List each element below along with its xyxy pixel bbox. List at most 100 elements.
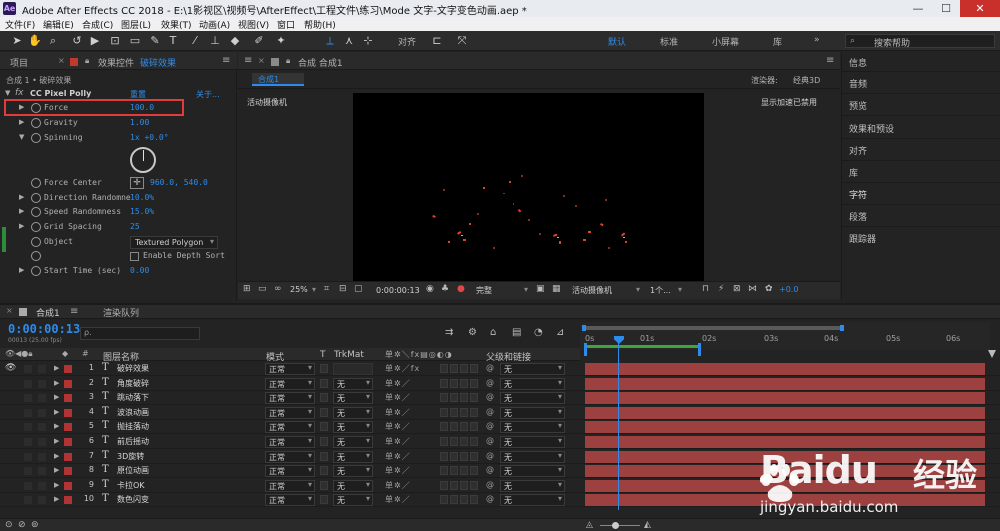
- time-navigator-bar[interactable]: [584, 326, 842, 330]
- exposure-value[interactable]: +0.0: [779, 285, 798, 294]
- layer-label-color[interactable]: [64, 379, 72, 388]
- 3d-layer-switch[interactable]: [470, 466, 478, 476]
- param-row-direction-randomness[interactable]: ▶ Direction Randomne 10.0%: [0, 192, 237, 206]
- menu-edit[interactable]: 编辑(E): [43, 18, 74, 31]
- brush-tool-icon[interactable]: ⁄: [188, 34, 202, 48]
- timeline-timecode[interactable]: 0:00:00:13: [8, 322, 80, 336]
- panel-character[interactable]: 字符: [849, 188, 867, 201]
- zoom-tool-icon[interactable]: ⌕: [46, 34, 60, 48]
- preserve-transparency-toggle[interactable]: [320, 466, 328, 476]
- trkmat-dropdown[interactable]: 无: [333, 494, 373, 507]
- clone-stamp-tool-icon[interactable]: ⊥: [208, 34, 222, 48]
- layer-switches-toggle-icon[interactable]: ⊙: [5, 520, 13, 530]
- timeline-icon[interactable]: ⊠: [733, 284, 741, 294]
- axis-world-icon[interactable]: ⋏: [342, 34, 356, 48]
- layer-row[interactable]: ▶ 5T 抛挂落动 正常 无 单✲／ @ 无: [0, 420, 1000, 435]
- frame-blending-icon[interactable]: ▤: [512, 327, 521, 338]
- param-row-spinning[interactable]: ▼ Spinning 1x +0.0°: [0, 132, 237, 146]
- layer-label-color[interactable]: [64, 365, 72, 373]
- mode-dropdown[interactable]: 正常: [265, 392, 315, 405]
- layer-label-color[interactable]: [64, 452, 72, 461]
- layer-name[interactable]: 跳动落下: [117, 392, 149, 403]
- trkmat-dropdown[interactable]: 无: [333, 450, 373, 463]
- axis-view-icon[interactable]: ⊹: [361, 34, 375, 48]
- motion-blur-switch[interactable]: [450, 437, 458, 446]
- mask-tool-icon[interactable]: ▭: [128, 34, 142, 48]
- param-value[interactable]: 15.0%: [130, 207, 154, 216]
- navigator-end-handle[interactable]: [840, 325, 844, 331]
- type-tool-icon[interactable]: T: [166, 34, 180, 48]
- puppet-pin-tool-icon[interactable]: ✦: [274, 34, 288, 48]
- 3d-layer-switch[interactable]: [470, 364, 478, 373]
- work-area-start-handle[interactable]: [584, 343, 587, 356]
- comp-sub-tab[interactable]: 合成1: [252, 73, 304, 86]
- mode-dropdown[interactable]: 正常: [265, 450, 315, 463]
- workspace-library[interactable]: 库: [773, 35, 782, 48]
- lock-toggle[interactable]: [38, 408, 46, 417]
- layer-name[interactable]: 波浪动画: [117, 407, 149, 418]
- panel-libraries[interactable]: 库: [849, 166, 858, 179]
- visibility-toggle[interactable]: [6, 466, 16, 476]
- panel-tracker[interactable]: 跟踪器: [849, 232, 876, 245]
- param-value[interactable]: 960.0, 540.0: [150, 178, 208, 187]
- parent-dropdown[interactable]: 无: [500, 421, 565, 434]
- layer-label-color[interactable]: [64, 467, 72, 476]
- close-tab-icon[interactable]: ×: [6, 306, 13, 315]
- adjustment-switch[interactable]: [460, 437, 468, 446]
- param-value[interactable]: 10.0%: [130, 193, 154, 202]
- audio-toggle[interactable]: [24, 408, 32, 417]
- preserve-transparency-toggle[interactable]: [320, 364, 328, 373]
- parent-dropdown[interactable]: 无: [500, 479, 565, 492]
- stopwatch-icon[interactable]: [31, 222, 41, 232]
- safe-zones-icon[interactable]: ⌗: [324, 284, 329, 294]
- close-tab-icon[interactable]: ×: [258, 56, 265, 65]
- roto-brush-tool-icon[interactable]: ✐: [252, 34, 266, 48]
- lock-toggle[interactable]: [38, 379, 46, 388]
- audio-toggle[interactable]: [24, 481, 32, 490]
- motion-blur-switch[interactable]: [450, 364, 458, 373]
- parent-dropdown[interactable]: 无: [500, 465, 565, 478]
- param-value[interactable]: 1x +0.0°: [130, 133, 169, 142]
- stopwatch-icon[interactable]: [31, 251, 41, 261]
- channel-icon[interactable]: ●: [457, 284, 465, 294]
- parent-dropdown[interactable]: 无: [500, 363, 565, 375]
- pickwhip-icon[interactable]: @: [486, 363, 494, 372]
- frame-blend-switch[interactable]: [440, 407, 448, 417]
- expand-triangle-icon[interactable]: ▶: [19, 103, 24, 111]
- 3d-layer-switch[interactable]: [470, 480, 478, 490]
- adjustment-switch[interactable]: [460, 495, 468, 505]
- menu-window[interactable]: 窗口: [277, 18, 295, 31]
- eye-icon[interactable]: 👁︎: [5, 363, 16, 373]
- trkmat-dropdown[interactable]: 无: [333, 465, 373, 478]
- menu-view[interactable]: 视图(V): [238, 18, 269, 31]
- menu-composition[interactable]: 合成(C): [82, 18, 113, 31]
- expand-triangle-icon[interactable]: ▶: [19, 222, 24, 230]
- 3d-layer-switch[interactable]: [470, 393, 478, 403]
- expand-triangle-icon[interactable]: ▶: [19, 207, 24, 215]
- pickwhip-icon[interactable]: @: [486, 392, 494, 401]
- snap-icon-2[interactable]: ⤧: [455, 34, 469, 48]
- snapshot-icon[interactable]: ◉: [426, 284, 434, 294]
- expand-triangle-icon[interactable]: ▶: [54, 495, 59, 503]
- trkmat-dropdown[interactable]: 无: [333, 479, 373, 492]
- zoom-level[interactable]: 25%: [290, 285, 308, 294]
- stopwatch-icon[interactable]: [31, 103, 41, 113]
- pickwhip-icon[interactable]: @: [486, 421, 494, 430]
- close-icon[interactable]: ✕: [960, 0, 1000, 17]
- preserve-transparency-toggle[interactable]: [320, 422, 328, 432]
- panel-paragraph[interactable]: 段落: [849, 210, 867, 223]
- motion-blur-switch[interactable]: [450, 393, 458, 403]
- work-area-end-handle[interactable]: [698, 343, 701, 356]
- lock-toggle[interactable]: [38, 452, 46, 461]
- parent-dropdown[interactable]: 无: [500, 436, 565, 448]
- viewer-timecode[interactable]: 0:00:00:13: [376, 286, 420, 295]
- 3d-layer-switch[interactable]: [470, 378, 478, 388]
- expand-triangle-icon[interactable]: ▶: [54, 481, 59, 489]
- layer-name[interactable]: 原位动画: [117, 465, 149, 476]
- depth-sort-checkbox[interactable]: [130, 252, 139, 261]
- 3d-layer-switch[interactable]: [470, 407, 478, 417]
- param-row-force-center[interactable]: Force Center ✛ 960.0, 540.0: [0, 177, 237, 191]
- trkmat-dropdown[interactable]: 无: [333, 392, 373, 405]
- preserve-transparency-toggle[interactable]: [320, 437, 328, 446]
- motion-blur-switch[interactable]: [450, 378, 458, 388]
